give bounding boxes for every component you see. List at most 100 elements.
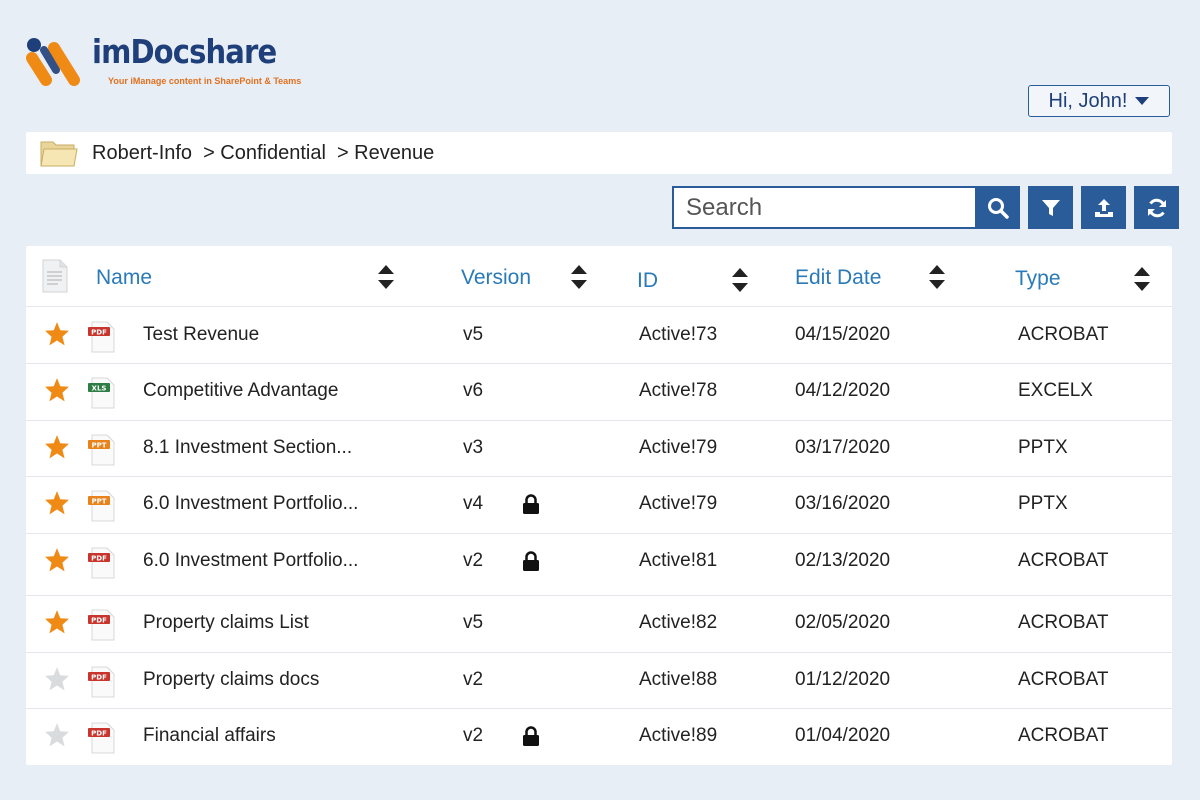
row-version: v5: [463, 612, 484, 633]
logo-mark-icon: [26, 38, 80, 86]
table-row[interactable]: PPT 6.0 Investment Portfolio... v4 Active!7…: [26, 476, 1172, 534]
caret-down-icon: [1135, 97, 1150, 105]
row-name[interactable]: Financial affairs: [143, 725, 276, 747]
user-menu-button[interactable]: Hi, John!: [1028, 85, 1170, 117]
star-empty-icon[interactable]: [44, 666, 70, 692]
table-row[interactable]: PDF 6.0 Investment Portfolio... v2 Active!8…: [26, 533, 1172, 596]
lock-icon: [523, 494, 539, 514]
star-empty-icon[interactable]: [44, 722, 70, 748]
row-type: ACROBAT: [1018, 324, 1109, 345]
sort-icon[interactable]: [730, 267, 750, 293]
file-type-label: PPT: [91, 441, 106, 449]
row-name[interactable]: Competitive Advantage: [143, 380, 338, 402]
ppt-file-icon: PPT: [88, 490, 115, 522]
row-name[interactable]: Test Revenue: [143, 324, 259, 346]
lock-icon: [523, 551, 539, 571]
row-id: Active!89: [639, 725, 718, 746]
sort-icon[interactable]: [376, 264, 396, 290]
pdf-file-icon: PDF: [88, 609, 115, 641]
user-greeting: Hi, John!: [1048, 89, 1128, 112]
pdf-file-icon: PDF: [88, 722, 115, 754]
row-version: v2: [463, 550, 484, 571]
lock-icon: [523, 726, 539, 746]
xls-file-icon: XLS: [88, 377, 115, 409]
column-header-type[interactable]: Type: [1015, 267, 1061, 291]
upload-icon: [1094, 198, 1113, 217]
file-type-label: XLS: [92, 384, 107, 392]
file-type-label: PPT: [91, 497, 106, 505]
breadcrumb: Robert-Info > Confidential > Revenue: [26, 132, 1172, 174]
breadcrumb-item-robert-info[interactable]: Robert-Info: [92, 142, 192, 165]
table-row[interactable]: PPT 8.1 Investment Section... v3 Active!79 0…: [26, 420, 1172, 477]
row-version: v3: [463, 437, 484, 458]
filter-button[interactable]: [1028, 186, 1073, 229]
star-filled-icon[interactable]: [44, 434, 70, 460]
row-type: ACROBAT: [1018, 669, 1109, 690]
row-edit-date: 02/05/2020: [795, 612, 891, 633]
column-header-id[interactable]: ID: [637, 269, 658, 293]
table-row[interactable]: PDF Property claims docs v2 Active!88 01/12/…: [26, 652, 1172, 709]
breadcrumb-item-confidential[interactable]: > Confidential: [203, 142, 326, 165]
sort-icon[interactable]: [927, 264, 947, 290]
table-header: Name Version ID Edit Date Type: [26, 246, 1172, 307]
row-name[interactable]: Property claims docs: [143, 669, 319, 691]
row-type: ACROBAT: [1018, 725, 1109, 746]
document-icon: [42, 259, 68, 293]
table-row[interactable]: PDF Financial affairs v2 Active!89 01/04/202…: [26, 708, 1172, 765]
row-edit-date: 02/13/2020: [795, 550, 891, 571]
sort-icon[interactable]: [569, 264, 589, 290]
file-type-label: PDF: [91, 729, 107, 737]
row-name[interactable]: 6.0 Investment Portfolio...: [143, 493, 358, 515]
table-row[interactable]: PDF Test Revenue v5 Active!73 04/15/2020 ACRO…: [26, 307, 1172, 364]
ppt-file-icon: PPT: [88, 434, 115, 466]
row-type: PPTX: [1018, 493, 1068, 514]
row-id: Active!79: [639, 493, 718, 514]
search-button[interactable]: [975, 186, 1020, 229]
search-icon: [987, 197, 1009, 219]
sort-icon[interactable]: [1132, 266, 1152, 292]
brand-logo: imDocshare Your iManage content in Share…: [22, 32, 301, 92]
star-filled-icon[interactable]: [44, 547, 70, 573]
file-type-label: PDF: [91, 328, 107, 336]
star-filled-icon[interactable]: [44, 609, 70, 635]
row-type: ACROBAT: [1018, 550, 1109, 571]
pdf-file-icon: PDF: [88, 547, 115, 579]
row-id: Active!82: [639, 612, 718, 633]
row-edit-date: 03/17/2020: [795, 437, 891, 458]
folder-icon: [40, 141, 78, 167]
filter-icon: [1041, 199, 1060, 216]
row-version: v2: [463, 669, 484, 690]
column-header-version[interactable]: Version: [461, 266, 531, 290]
row-id: Active!88: [639, 669, 718, 690]
column-header-edit-date[interactable]: Edit Date: [795, 266, 881, 290]
row-edit-date: 01/04/2020: [795, 725, 891, 746]
file-type-label: PDF: [91, 554, 107, 562]
row-version: v5: [463, 324, 484, 345]
pdf-file-icon: PDF: [88, 666, 115, 698]
row-id: Active!81: [639, 550, 718, 571]
star-filled-icon[interactable]: [44, 377, 70, 403]
breadcrumb-item-revenue[interactable]: > Revenue: [337, 142, 434, 165]
row-edit-date: 04/12/2020: [795, 380, 891, 401]
star-filled-icon[interactable]: [44, 321, 70, 347]
table-row[interactable]: PDF Property claims List v5 Active!82 02/05/…: [26, 595, 1172, 653]
row-name[interactable]: Property claims List: [143, 612, 309, 634]
row-id: Active!79: [639, 437, 718, 458]
refresh-button[interactable]: [1134, 186, 1179, 229]
file-type-label: PDF: [91, 673, 107, 681]
row-edit-date: 03/16/2020: [795, 493, 891, 514]
refresh-icon: [1147, 198, 1166, 217]
column-header-name[interactable]: Name: [96, 266, 152, 290]
upload-button[interactable]: [1081, 186, 1126, 229]
search-input[interactable]: [672, 186, 975, 229]
row-type: ACROBAT: [1018, 612, 1109, 633]
row-edit-date: 04/15/2020: [795, 324, 891, 345]
star-filled-icon[interactable]: [44, 490, 70, 516]
row-type: PPTX: [1018, 437, 1068, 458]
row-name[interactable]: 8.1 Investment Section...: [143, 437, 352, 459]
row-id: Active!73: [639, 324, 718, 345]
brand-tagline: Your iManage content in SharePoint & Tea…: [108, 76, 302, 86]
row-type: EXCELX: [1018, 380, 1093, 401]
row-name[interactable]: 6.0 Investment Portfolio...: [143, 550, 358, 572]
table-row[interactable]: XLS Competitive Advantage v6 Active!78 04/12…: [26, 363, 1172, 421]
